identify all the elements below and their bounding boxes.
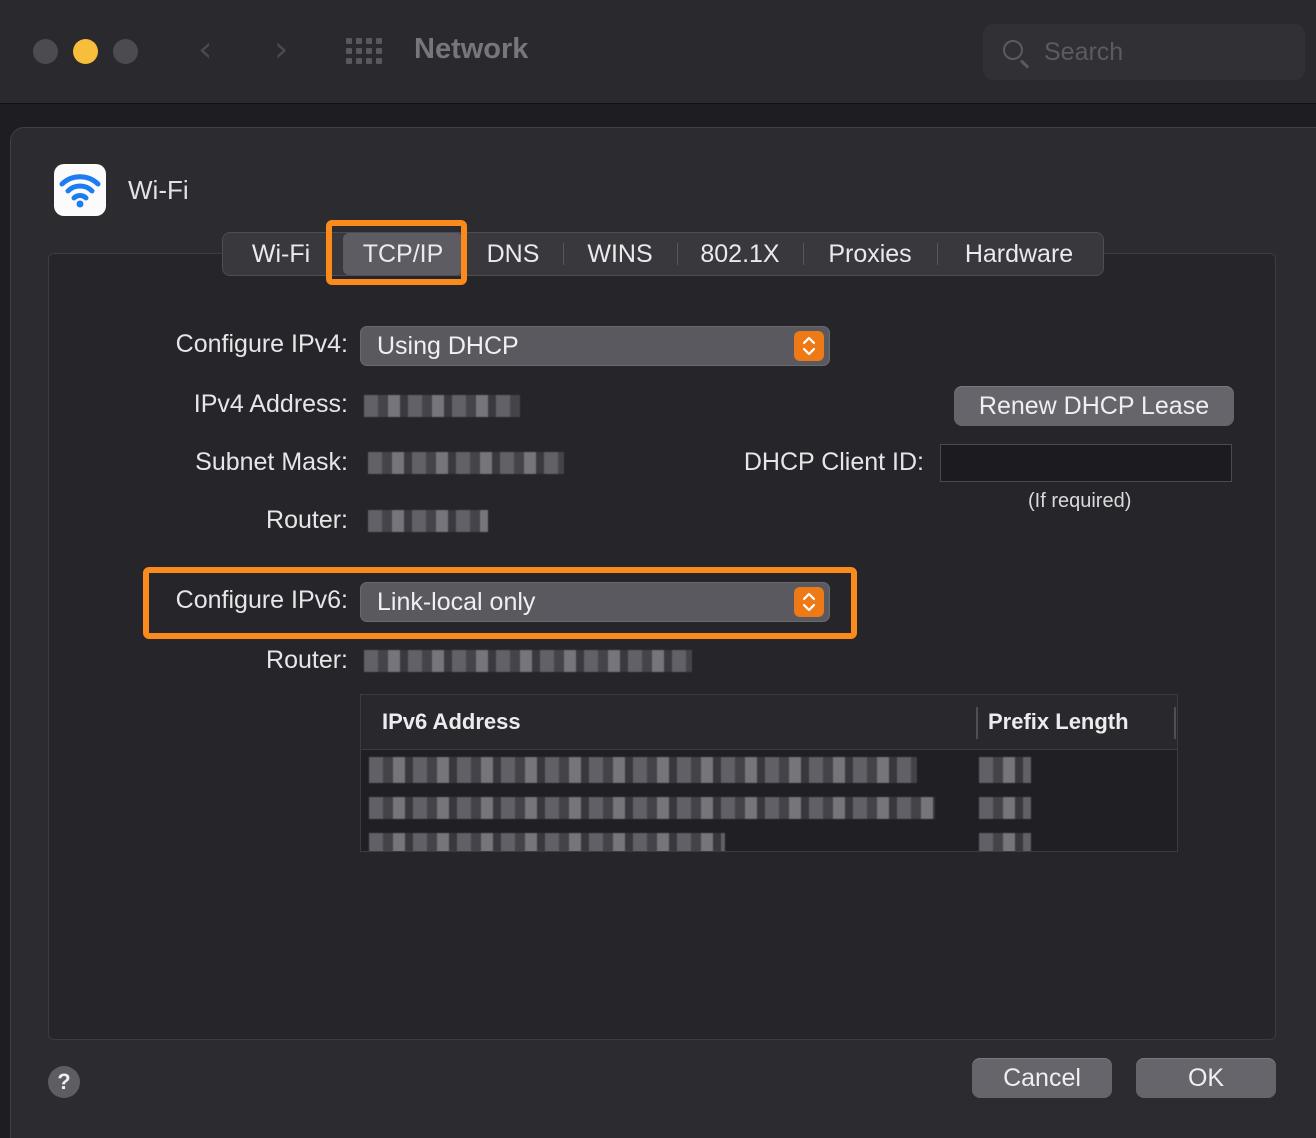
table-row-prefix-redacted: [979, 833, 1031, 851]
window-title: Network: [414, 33, 529, 65]
ok-button[interactable]: OK: [1136, 1058, 1276, 1098]
minimize-window-button[interactable]: [73, 39, 98, 64]
configure-ipv4-value: Using DHCP: [377, 332, 519, 360]
configure-ipv4-label: Configure IPv4:: [175, 330, 348, 358]
column-header-prefix-length[interactable]: Prefix Length: [988, 709, 1129, 735]
table-header: IPv6 Address Prefix Length: [361, 695, 1177, 750]
ipv6-router-label: Router:: [266, 646, 348, 674]
subnet-mask-label: Subnet Mask:: [195, 448, 348, 476]
ipv6-address-table[interactable]: IPv6 Address Prefix Length: [360, 694, 1178, 852]
close-window-button[interactable]: [33, 39, 58, 64]
dhcp-client-id-field[interactable]: [940, 444, 1232, 482]
interface-name: Wi-Fi: [128, 175, 189, 205]
configure-ipv4-popup[interactable]: Using DHCP: [360, 326, 830, 366]
dhcp-client-id-label: DHCP Client ID:: [743, 448, 924, 476]
search-icon: [1003, 40, 1023, 60]
title-bar: ‹ › Network Search: [0, 0, 1316, 104]
column-divider: [976, 707, 978, 739]
chevron-right-icon[interactable]: ›: [274, 30, 288, 70]
table-row-redacted: [369, 757, 917, 783]
tcp-ip-tab-highlight: [326, 220, 467, 285]
column-divider: [1174, 707, 1176, 739]
column-header-ipv6-address[interactable]: IPv6 Address: [382, 709, 521, 735]
ipv6-router-value-redacted: [364, 650, 692, 672]
tab-proxies[interactable]: Proxies: [803, 233, 937, 275]
tab-802-1x[interactable]: 802.1X: [677, 233, 803, 275]
dhcp-client-id-hint: (If required): [1028, 490, 1132, 512]
popup-stepper-icon: [794, 331, 824, 361]
tab-dns[interactable]: DNS: [463, 233, 563, 275]
cancel-button[interactable]: Cancel: [972, 1058, 1112, 1098]
configure-ipv6-highlight: [143, 567, 857, 639]
chevron-left-icon[interactable]: ‹: [198, 30, 212, 70]
table-row-prefix-redacted: [979, 757, 1031, 783]
table-row-redacted: [369, 833, 725, 851]
settings-panel: [48, 253, 1276, 1040]
search-placeholder: Search: [1044, 38, 1124, 66]
tab-wifi[interactable]: Wi-Fi: [223, 233, 339, 275]
tab-wins[interactable]: WINS: [563, 233, 677, 275]
table-row-redacted: [369, 797, 935, 819]
ipv4-address-value-redacted: [364, 395, 520, 417]
ipv4-router-value-redacted: [368, 510, 488, 532]
ipv4-router-label: Router:: [266, 506, 348, 534]
table-row-prefix-redacted: [979, 797, 1031, 819]
renew-dhcp-lease-button[interactable]: Renew DHCP Lease: [954, 386, 1234, 426]
zoom-window-button[interactable]: [113, 39, 138, 64]
help-button[interactable]: ?: [48, 1066, 80, 1098]
subnet-mask-value-redacted: [368, 452, 564, 474]
search-field[interactable]: Search: [983, 24, 1305, 80]
ipv4-address-label: IPv4 Address:: [193, 390, 348, 418]
wifi-icon: [54, 164, 106, 216]
show-all-grid-icon[interactable]: [346, 38, 384, 66]
tab-hardware[interactable]: Hardware: [937, 233, 1101, 275]
